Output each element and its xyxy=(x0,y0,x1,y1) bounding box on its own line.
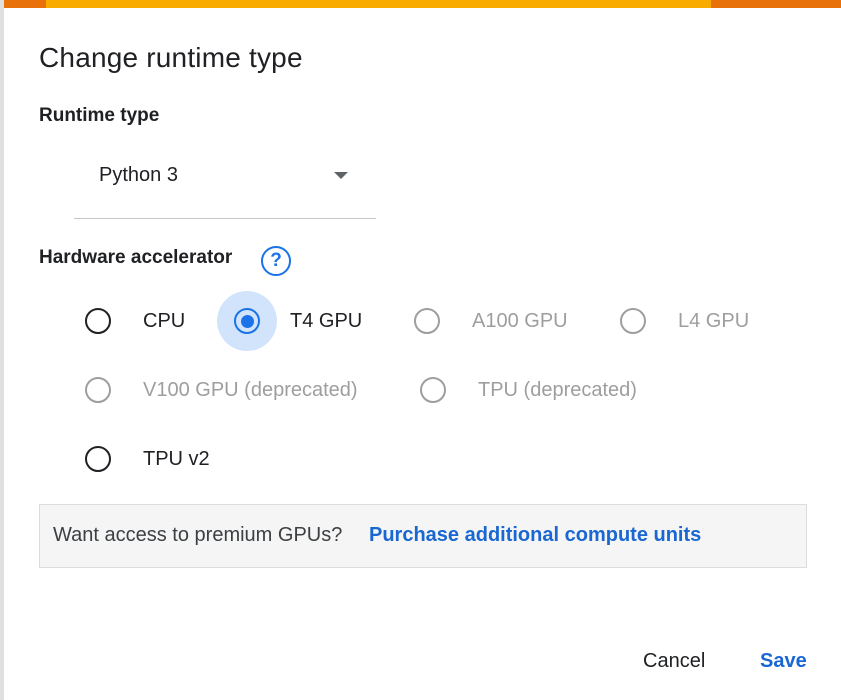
premium-gpu-banner: Want access to premium GPUs? Purchase ad… xyxy=(39,504,807,568)
radio-circle xyxy=(620,308,646,334)
radio-label-l4-gpu: L4 GPU xyxy=(678,310,750,332)
runtime-type-select[interactable]: Python 3 xyxy=(74,154,376,219)
radio-label-v100-gpu: V100 GPU (deprecated) xyxy=(143,379,358,401)
runtime-type-value: Python 3 xyxy=(99,164,178,186)
save-button[interactable]: Save xyxy=(760,650,807,673)
hardware-accelerator-label: Hardware accelerator xyxy=(39,247,233,268)
help-icon[interactable]: ? xyxy=(261,246,291,276)
cancel-button[interactable]: Cancel xyxy=(643,650,705,673)
radio-selected-dot xyxy=(240,314,254,328)
top-color-bar xyxy=(4,0,841,8)
purchase-compute-units-link[interactable]: Purchase additional compute units xyxy=(369,524,701,547)
radio-label-tpu-v2: TPU v2 xyxy=(143,448,210,470)
radio-circle xyxy=(85,446,111,472)
dropdown-caret-icon xyxy=(334,172,348,179)
radio-label-cpu: CPU xyxy=(143,310,186,332)
radio-circle xyxy=(85,308,111,334)
runtime-type-label: Runtime type xyxy=(39,105,160,126)
radio-label-a100-gpu: A100 GPU xyxy=(472,310,568,332)
radio-label-tpu-deprecated: TPU (deprecated) xyxy=(478,379,637,401)
dialog-title: Change runtime type xyxy=(39,42,303,73)
radio-circle xyxy=(85,377,111,403)
radio-circle xyxy=(414,308,440,334)
change-runtime-dialog: Change runtime type Runtime type Python … xyxy=(4,8,841,700)
radio-label-t4-gpu: T4 GPU xyxy=(290,310,363,332)
premium-gpu-text: Want access to premium GPUs? xyxy=(53,524,343,546)
radio-circle xyxy=(420,377,446,403)
